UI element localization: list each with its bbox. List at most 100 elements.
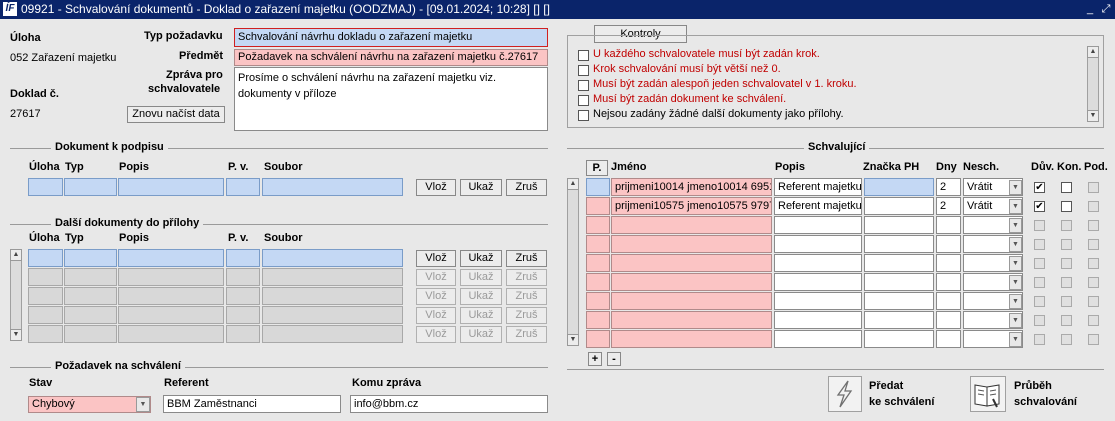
popis-field[interactable]	[774, 311, 862, 329]
pod-checkbox[interactable]	[1088, 201, 1099, 212]
jmeno-field[interactable]: prijmeni10575 jmeno10575 97979	[611, 197, 772, 215]
dalsi-pv-field[interactable]	[226, 287, 260, 305]
dok-popis-field[interactable]	[118, 178, 224, 196]
jmeno-field[interactable]	[611, 292, 772, 310]
popis-field[interactable]	[774, 292, 862, 310]
dok-uloha-field[interactable]	[28, 178, 63, 196]
duv-checkbox[interactable]: ✔	[1034, 201, 1045, 212]
dalsi-vloz-button[interactable]: Vlož	[416, 307, 456, 324]
dalsi-pv-field[interactable]	[226, 249, 260, 267]
scroll-down-icon[interactable]: ▼	[1087, 110, 1099, 122]
dok-soubor-field[interactable]	[262, 178, 403, 196]
duv-checkbox[interactable]	[1034, 277, 1045, 288]
kon-checkbox[interactable]	[1061, 258, 1072, 269]
dny-field[interactable]	[936, 216, 961, 234]
dalsi-zrus-button[interactable]: Zruš	[506, 307, 547, 324]
jmeno-field[interactable]	[611, 254, 772, 272]
popis-field[interactable]	[774, 216, 862, 234]
krok-field[interactable]	[586, 330, 610, 348]
jmeno-field[interactable]	[611, 273, 772, 291]
stav-dropdown-icon[interactable]: ▼	[136, 397, 150, 412]
jmeno-field[interactable]	[611, 235, 772, 253]
popis-field[interactable]: Referent majetku	[774, 197, 862, 215]
dalsi-ukaz-button[interactable]: Ukaž	[460, 288, 502, 305]
dalsi-soubor-field[interactable]	[262, 306, 403, 324]
dalsi-typ-field[interactable]	[64, 249, 117, 267]
chevron-down-icon[interactable]: ▼	[1009, 256, 1022, 271]
dalsi-uloha-field[interactable]	[28, 306, 63, 324]
znacka-ph-field[interactable]	[864, 197, 934, 215]
krok-field[interactable]	[586, 235, 610, 253]
pod-checkbox[interactable]	[1088, 277, 1099, 288]
duv-checkbox[interactable]	[1034, 258, 1045, 269]
jmeno-field[interactable]	[611, 216, 772, 234]
typ-pozadavku-field[interactable]: Schvalování návrhu dokladu o zařazení ma…	[234, 28, 548, 47]
krok-field[interactable]	[586, 197, 610, 215]
pod-checkbox[interactable]	[1088, 334, 1099, 345]
dalsi-pv-field[interactable]	[226, 306, 260, 324]
dny-field[interactable]	[936, 330, 961, 348]
prubeh-label-line2[interactable]: schvalování	[1014, 396, 1077, 408]
dalsi-typ-field[interactable]	[64, 268, 117, 286]
scroll-up-icon[interactable]: ▲	[1087, 46, 1099, 58]
kon-checkbox[interactable]	[1061, 277, 1072, 288]
krok-field[interactable]	[586, 273, 610, 291]
dok-vloz-button[interactable]: Vlož	[416, 179, 456, 196]
kon-checkbox[interactable]	[1061, 334, 1072, 345]
jmeno-field[interactable]	[611, 311, 772, 329]
dok-zrus-button[interactable]: Zruš	[506, 179, 547, 196]
chevron-down-icon[interactable]: ▼	[1009, 199, 1022, 214]
maximize-icon[interactable]: ⤢	[1100, 3, 1112, 15]
jmeno-field[interactable]	[611, 330, 772, 348]
dalsi-soubor-field[interactable]	[262, 268, 403, 286]
dalsi-typ-field[interactable]	[64, 287, 117, 305]
chevron-down-icon[interactable]: ▼	[1009, 275, 1022, 290]
dalsi-vloz-button[interactable]: Vlož	[416, 288, 456, 305]
dalsi-scrollbar[interactable]	[10, 249, 22, 341]
dok-ukaz-button[interactable]: Ukaž	[460, 179, 502, 196]
kontrola-checkbox[interactable]	[578, 65, 589, 76]
krok-field[interactable]	[586, 292, 610, 310]
duv-checkbox[interactable]	[1034, 315, 1045, 326]
kontrola-checkbox[interactable]	[578, 80, 589, 91]
p-column-button[interactable]: P.	[586, 160, 608, 176]
dalsi-vloz-button[interactable]: Vlož	[416, 269, 456, 286]
dalsi-ukaz-button[interactable]: Ukaž	[460, 269, 502, 286]
znacka-ph-field[interactable]	[864, 330, 934, 348]
prubeh-label-line1[interactable]: Průběh	[1014, 380, 1052, 392]
referent-field[interactable]: BBM Zaměstnanci	[163, 395, 341, 413]
popis-field[interactable]	[774, 235, 862, 253]
predat-label-line2[interactable]: ke schválení	[869, 396, 934, 408]
duv-checkbox[interactable]	[1034, 239, 1045, 250]
dny-field[interactable]	[936, 292, 961, 310]
kon-checkbox[interactable]	[1061, 201, 1072, 212]
kontrola-checkbox[interactable]	[578, 110, 589, 121]
dny-field[interactable]	[936, 311, 961, 329]
schvalujici-scroll-down-icon[interactable]: ▼	[567, 334, 579, 346]
dalsi-typ-field[interactable]	[64, 306, 117, 324]
znacka-ph-field[interactable]	[864, 311, 934, 329]
dalsi-uloha-field[interactable]	[28, 268, 63, 286]
dalsi-ukaz-button[interactable]: Ukaž	[460, 250, 502, 267]
dalsi-pv-field[interactable]	[226, 268, 260, 286]
znacka-ph-field[interactable]	[864, 273, 934, 291]
dalsi-zrus-button[interactable]: Zruš	[506, 269, 547, 286]
dalsi-zrus-button[interactable]: Zruš	[506, 326, 547, 343]
predat-button-icon-box[interactable]	[828, 376, 862, 412]
chevron-down-icon[interactable]: ▼	[1009, 313, 1022, 328]
dalsi-soubor-field[interactable]	[262, 249, 403, 267]
kon-checkbox[interactable]	[1061, 315, 1072, 326]
minimize-icon[interactable]: _	[1084, 3, 1096, 15]
kontrola-checkbox[interactable]	[578, 50, 589, 61]
schvalujici-scroll-up-icon[interactable]: ▲	[567, 178, 579, 190]
dny-field[interactable]	[936, 235, 961, 253]
znacka-ph-field[interactable]	[864, 216, 934, 234]
krok-field[interactable]	[586, 178, 610, 196]
dny-field[interactable]	[936, 254, 961, 272]
prubeh-button-icon-box[interactable]	[970, 376, 1006, 412]
kon-checkbox[interactable]	[1061, 296, 1072, 307]
dalsi-pv-field[interactable]	[226, 325, 260, 343]
dalsi-uloha-field[interactable]	[28, 249, 63, 267]
jmeno-field[interactable]: prijmeni10014 jmeno10014 69517	[611, 178, 772, 196]
dalsi-vloz-button[interactable]: Vlož	[416, 250, 456, 267]
